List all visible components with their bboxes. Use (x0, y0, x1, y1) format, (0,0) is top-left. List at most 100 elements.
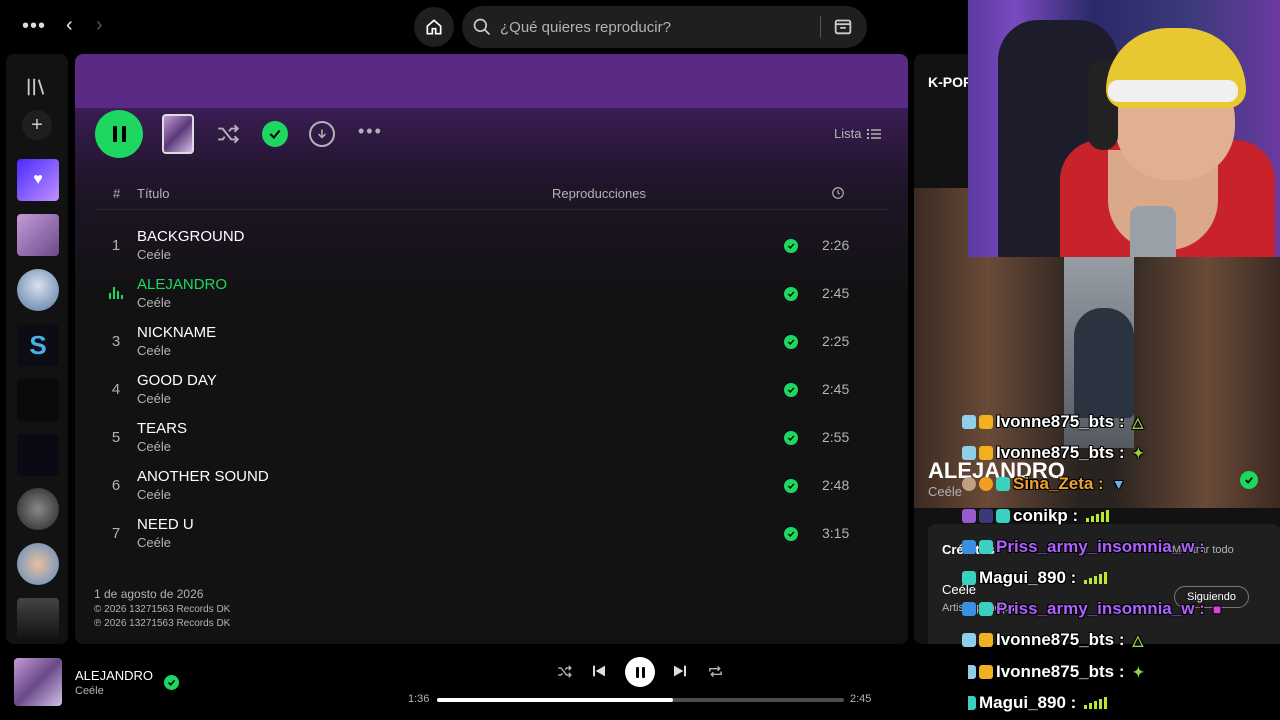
download-icon[interactable] (309, 121, 335, 147)
view-toggle-label: Lista (834, 126, 862, 141)
search-bar[interactable]: ¿Qué quieres reproducir? (462, 6, 867, 48)
column-title[interactable]: Título (137, 186, 170, 201)
track-title[interactable]: ANOTHER SOUND (137, 468, 269, 485)
track-title[interactable]: ALEJANDRO (137, 276, 227, 293)
track-row[interactable]: 1 BACKGROUND Ceéle 2:26 (95, 222, 887, 270)
create-playlist-button[interactable]: + (22, 110, 52, 140)
track-title[interactable]: TEARS (137, 420, 187, 437)
chat-username: Priss_army_insomnia_w : (996, 537, 1205, 556)
browse-icon[interactable] (832, 15, 854, 37)
library-item[interactable] (17, 543, 59, 585)
track-artist[interactable]: Ceéle (137, 487, 171, 502)
library-icon[interactable] (25, 76, 47, 98)
back-arrow-icon[interactable]: ‹ (66, 14, 73, 37)
emote-icon: △ (1132, 631, 1144, 648)
star-badge-icon (979, 509, 993, 523)
game-badge-icon (996, 477, 1010, 491)
track-title[interactable]: GOOD DAY (137, 372, 217, 389)
shuffle-icon[interactable] (556, 663, 573, 680)
track-row[interactable]: ALEJANDRO Ceéle 2:45 (95, 270, 887, 318)
avatar-badge-icon (962, 477, 976, 491)
track-duration: 2:26 (822, 237, 850, 253)
saved-check-icon[interactable] (262, 121, 288, 147)
crown-badge-icon (979, 633, 993, 647)
progress-fill (437, 698, 674, 702)
column-plays[interactable]: Reproducciones (552, 186, 646, 201)
search-icon (473, 18, 491, 36)
now-playing-cover[interactable] (14, 658, 62, 706)
liked-songs-tile[interactable]: ♥ (17, 159, 59, 201)
track-artist[interactable]: Ceéle (137, 295, 171, 310)
library-item[interactable] (17, 214, 59, 256)
track-title[interactable]: BACKGROUND (137, 228, 245, 245)
pause-icon (112, 126, 126, 142)
progress-bar[interactable] (437, 698, 844, 702)
track-number: 3 (111, 333, 121, 350)
chat-message: Magui_890 : (962, 564, 1108, 592)
play-pause-button[interactable] (625, 657, 655, 687)
now-playing-artist[interactable]: Ceéle (928, 484, 962, 499)
saved-check-icon[interactable] (784, 527, 798, 541)
album-view: ••• Lista # Título Reproducciones 1 BACK… (75, 54, 908, 644)
forward-arrow-icon[interactable]: › (96, 14, 103, 37)
track-title[interactable]: NEED U (137, 516, 194, 533)
home-button[interactable] (414, 7, 454, 47)
now-playing-title[interactable]: ALEJANDRO (75, 668, 153, 683)
menu-dots-icon[interactable]: ••• (22, 15, 46, 38)
library-item[interactable] (17, 488, 59, 530)
library-sidebar: + ♥ S (6, 54, 68, 644)
track-duration: 2:48 (822, 477, 850, 493)
library-item[interactable] (17, 598, 59, 640)
track-artist[interactable]: Ceéle (137, 247, 171, 262)
track-duration: 2:25 (822, 333, 850, 349)
search-input[interactable]: ¿Qué quieres reproducir? (500, 19, 671, 36)
phonographic-copyright-text: ℗ 2026 13271563 Records DK (94, 618, 231, 629)
view-toggle[interactable]: Lista (834, 126, 882, 141)
track-artist[interactable]: Ceéle (137, 535, 171, 550)
library-item[interactable] (17, 434, 59, 476)
more-options-icon[interactable]: ••• (358, 121, 383, 142)
album-thumbnail[interactable] (162, 114, 194, 154)
track-artist[interactable]: Ceéle (137, 439, 171, 454)
track-row[interactable]: 4 GOOD DAY Ceéle 2:45 (95, 366, 887, 414)
track-title[interactable]: NICKNAME (137, 324, 216, 341)
emote-icon: ▼ (1111, 476, 1126, 492)
saved-check-icon[interactable] (784, 383, 798, 397)
pause-icon (635, 666, 645, 678)
saved-check-icon[interactable] (784, 287, 798, 301)
repeat-icon[interactable] (707, 663, 724, 680)
prime-badge-icon (962, 540, 976, 554)
library-item[interactable] (17, 269, 59, 311)
saved-check-icon[interactable] (784, 239, 798, 253)
library-item[interactable] (17, 379, 59, 421)
track-artist[interactable]: Ceéle (137, 343, 171, 358)
game-badge-icon (962, 571, 976, 585)
search-divider (820, 16, 821, 38)
saved-check-icon[interactable] (164, 675, 179, 690)
saved-check-icon[interactable] (784, 335, 798, 349)
next-track-icon[interactable] (672, 663, 688, 679)
track-row[interactable]: 6 ANOTHER SOUND Ceéle 2:48 (95, 462, 887, 510)
prime-badge-icon (962, 602, 976, 616)
copyright-text: © 2026 13271563 Records DK (94, 604, 231, 615)
play-pause-button[interactable] (95, 110, 143, 158)
now-playing-artist[interactable]: Ceéle (75, 685, 104, 697)
saved-check-icon[interactable] (784, 479, 798, 493)
track-row[interactable]: 5 TEARS Ceéle 2:55 (95, 414, 887, 462)
track-number: 6 (111, 477, 121, 494)
track-artist[interactable]: Ceéle (137, 391, 171, 406)
chat-message: Ivonne875_bts : ✦ (962, 439, 1144, 467)
previous-track-icon[interactable] (591, 663, 607, 679)
shuffle-icon[interactable] (214, 121, 242, 147)
chat-message: Sina_Zeta : ▼ (962, 470, 1126, 498)
equalizer-emote-icon (1084, 697, 1108, 709)
cube-badge-icon (962, 509, 976, 523)
track-row[interactable]: 3 NICKNAME Ceéle 2:25 (95, 318, 887, 366)
track-row[interactable]: 7 NEED U Ceéle 3:15 (95, 510, 887, 558)
chat-message: Ivonne875_bts : △ (962, 626, 1143, 654)
saved-check-icon[interactable] (784, 431, 798, 445)
moderator-badge-icon (962, 415, 976, 429)
chat-message: Priss_army_insomnia_w : ■ (962, 595, 1221, 623)
library-item[interactable]: S (17, 324, 59, 366)
equalizer-emote-icon (1086, 510, 1110, 522)
